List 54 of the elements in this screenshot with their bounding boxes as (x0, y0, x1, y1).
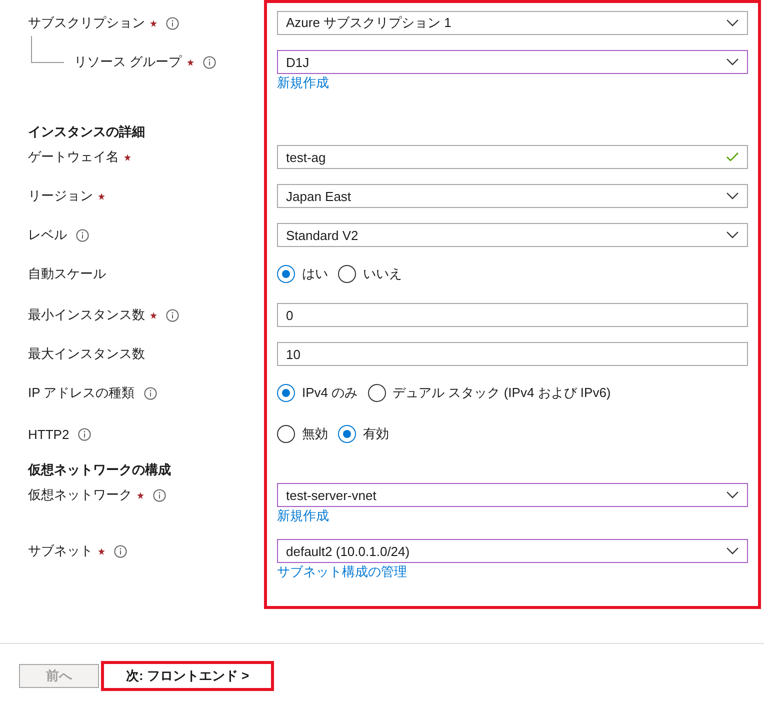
info-icon[interactable] (166, 308, 179, 322)
check-icon (726, 152, 739, 162)
info-icon[interactable] (144, 386, 157, 400)
radio-option[interactable]: 有効 (338, 425, 389, 443)
link[interactable]: 新規作成 (277, 74, 329, 92)
dropdown[interactable]: test-server-vnet (277, 483, 748, 507)
radio-button[interactable] (338, 425, 356, 443)
field-label: 仮想ネットワーク (28, 486, 132, 504)
radio-option[interactable]: IPv4 のみ (277, 384, 358, 402)
radio-button[interactable] (277, 425, 295, 443)
radio-button[interactable] (277, 384, 295, 402)
info-icon[interactable] (78, 428, 92, 440)
radio-option[interactable]: 無効 (277, 425, 328, 443)
radio-option[interactable]: デュアル スタック (IPv4 および IPv6) (368, 384, 611, 402)
section-heading: インスタンスの詳細 (27, 123, 146, 141)
chevron-down-icon (726, 58, 739, 66)
field-label: IP アドレスの種類 (28, 384, 135, 402)
field-label: リージョン (28, 187, 93, 205)
field-label: リソース グループ (74, 53, 182, 71)
info-icon[interactable] (166, 16, 179, 30)
chevron-down-icon (726, 231, 739, 239)
info-icon[interactable] (202, 56, 216, 68)
radio-button[interactable] (368, 384, 386, 402)
dropdown[interactable]: Azure サブスクリプション 1 (277, 11, 748, 35)
nav-button[interactable]: 次: フロントエンド > (101, 661, 274, 691)
dropdown[interactable]: default2 (10.0.1.0/24) (277, 539, 748, 563)
section-heading: 仮想ネットワークの構成 (26, 461, 172, 479)
dropdown[interactable]: D1J (277, 50, 748, 74)
field-label: サブスクリプション (28, 14, 145, 32)
field-label: ゲートウェイ名 (28, 148, 119, 166)
radio-button[interactable] (338, 265, 356, 283)
field-label: レベル (28, 226, 67, 244)
info-icon[interactable] (76, 228, 89, 242)
text-field[interactable]: 0 (277, 303, 748, 327)
chevron-down-icon (726, 19, 739, 27)
text-field[interactable]: test-ag (277, 145, 748, 169)
field-label: HTTP2 (28, 426, 70, 442)
chevron-down-icon (726, 491, 739, 499)
radio-option[interactable]: はい (277, 265, 328, 283)
radio-option[interactable]: いいえ (338, 265, 402, 283)
dropdown[interactable]: Japan East (277, 184, 748, 208)
field-label: 最小インスタンス数 (28, 306, 145, 324)
field-label: 最大インスタンス数 (28, 345, 145, 363)
link[interactable]: 新規作成 (277, 507, 329, 525)
chevron-down-icon (726, 547, 739, 555)
radio-button[interactable] (277, 265, 295, 283)
chevron-down-icon (726, 192, 739, 200)
field-label: 自動スケール (28, 265, 106, 283)
link[interactable]: サブネット構成の管理 (277, 563, 407, 581)
info-icon[interactable] (153, 488, 166, 502)
text-field[interactable]: 10 (277, 342, 748, 366)
info-icon[interactable] (114, 544, 127, 558)
field-label: サブネット (28, 542, 93, 560)
dropdown[interactable]: Standard V2 (277, 223, 748, 247)
